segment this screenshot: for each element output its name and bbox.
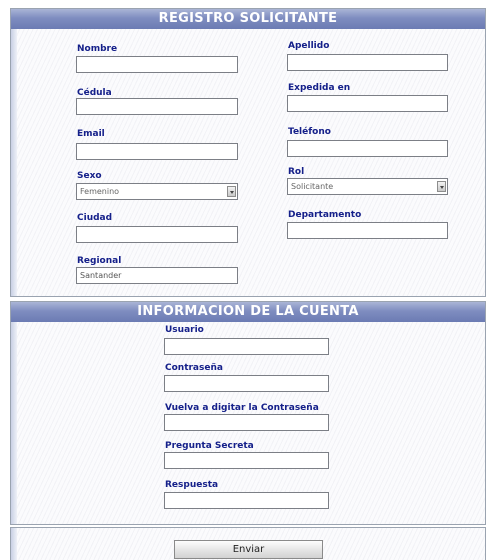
respuesta-label: Respuesta xyxy=(165,480,219,490)
panel-side-strip xyxy=(11,302,17,524)
apellido-field[interactable] xyxy=(287,54,448,71)
nombre-label: Nombre xyxy=(77,44,118,54)
telefono-label: Teléfono xyxy=(288,127,331,137)
cuenta-header: INFORMACION DE LA CUENTA xyxy=(11,302,485,322)
expedida-label: Expedida en xyxy=(288,83,351,93)
rol-label: Rol xyxy=(288,167,305,177)
confirm-password-field[interactable] xyxy=(164,414,329,431)
email-field[interactable] xyxy=(76,143,238,160)
cedula-field[interactable] xyxy=(76,98,238,115)
sexo-label: Sexo xyxy=(77,171,102,181)
expedida-field[interactable] xyxy=(287,95,448,112)
rol-select[interactable]: Solicitante xyxy=(287,178,448,195)
chevron-down-icon[interactable] xyxy=(227,186,236,197)
departamento-field[interactable] xyxy=(287,222,448,239)
password-field[interactable] xyxy=(164,375,329,392)
ciudad-label: Ciudad xyxy=(77,213,113,223)
contrasena-label: Contraseña xyxy=(165,363,223,373)
secret-question-field[interactable] xyxy=(164,452,329,469)
registro-header: REGISTRO SOLICITANTE xyxy=(11,9,485,29)
telefono-field[interactable] xyxy=(287,140,448,157)
submit-button[interactable]: Enviar xyxy=(174,540,323,559)
usuario-label: Usuario xyxy=(165,325,204,335)
panel-side-strip xyxy=(11,9,17,296)
cedula-label: Cédula xyxy=(77,88,112,98)
departamento-label: Departamento xyxy=(288,210,362,220)
regional-label: Regional xyxy=(77,256,122,266)
usuario-field[interactable] xyxy=(164,338,329,355)
answer-field[interactable] xyxy=(164,492,329,509)
ciudad-field[interactable] xyxy=(76,226,238,243)
email-label: Email xyxy=(77,129,105,139)
sexo-selected-value: Femenino xyxy=(80,187,120,196)
regional-field[interactable]: Santander xyxy=(76,267,238,284)
apellido-label: Apellido xyxy=(288,41,330,51)
confirmar-label: Vuelva a digitar la Contraseña xyxy=(165,403,319,413)
sexo-select[interactable]: Femenino xyxy=(76,183,238,200)
rol-selected-value: Solicitante xyxy=(291,182,334,191)
panel-side-strip xyxy=(11,528,17,560)
chevron-down-icon[interactable] xyxy=(437,181,446,192)
nombre-field[interactable] xyxy=(76,56,238,73)
pregunta-label: Pregunta Secreta xyxy=(165,441,254,451)
